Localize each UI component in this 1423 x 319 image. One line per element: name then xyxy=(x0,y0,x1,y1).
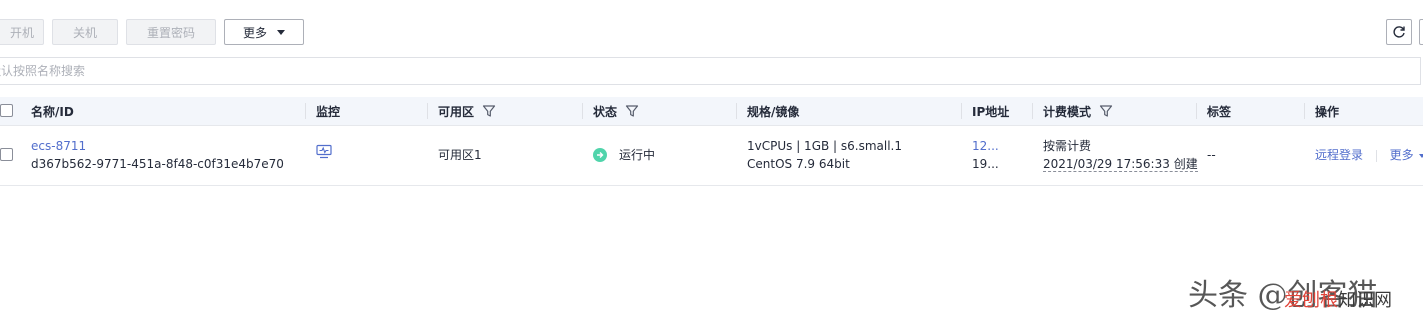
column-divider[interactable] xyxy=(961,103,962,119)
stop-button[interactable]: 关机 xyxy=(52,19,118,45)
header-spec: 规格/镜像 xyxy=(747,97,799,125)
header-az-label: 可用区 xyxy=(438,104,475,119)
table-row: ecs-8711 d367b562-9771-451a-8f48-c0f31e4… xyxy=(0,126,1423,186)
ip-address-1[interactable]: 12... xyxy=(972,137,999,155)
watermark-overlay: 爱刨根知识网 xyxy=(1284,286,1392,312)
header-billing-label: 计费模式 xyxy=(1043,104,1092,119)
filter-icon[interactable] xyxy=(482,104,496,118)
header-name-id: 名称/ID xyxy=(31,97,74,125)
table-header: 名称/ID 监控 可用区 状态 规格/镜像 IP地址 计费模式 标签 操作 xyxy=(0,97,1423,126)
header-ops-label: 操作 xyxy=(1315,104,1340,119)
spec-image: CentOS 7.9 64bit xyxy=(747,157,850,171)
column-divider[interactable] xyxy=(1196,103,1197,119)
row-more-label: 更多 xyxy=(1389,148,1414,162)
header-spec-label: 规格/镜像 xyxy=(747,104,800,119)
more-actions-button[interactable]: 更多 xyxy=(224,19,304,45)
header-status-label: 状态 xyxy=(593,104,618,119)
start-button[interactable]: 开机 xyxy=(0,19,44,45)
header-name-id-label: 名称/ID xyxy=(31,104,74,119)
refresh-button[interactable] xyxy=(1386,19,1412,45)
header-az: 可用区 xyxy=(438,97,496,125)
search-bar xyxy=(0,57,1421,85)
header-billing: 计费模式 xyxy=(1043,97,1113,125)
header-monitor-label: 监控 xyxy=(316,104,341,119)
row-more-link[interactable]: 更多 xyxy=(1390,148,1423,162)
billing-mode: 按需计费 xyxy=(1043,139,1092,153)
row-checkbox[interactable] xyxy=(0,148,13,161)
filter-icon[interactable] xyxy=(625,104,639,118)
settings-button[interactable] xyxy=(1419,19,1423,45)
created-time[interactable]: 2021/03/29 17:56:33 创建 xyxy=(1043,157,1198,172)
ip-cell: 12... 19... xyxy=(972,137,999,173)
start-button-label: 开机 xyxy=(9,25,34,40)
stop-button-label: 关机 xyxy=(72,25,97,40)
reset-password-button[interactable]: 重置密码 xyxy=(126,19,216,45)
select-all-checkbox[interactable] xyxy=(0,104,13,117)
refresh-icon xyxy=(1392,25,1406,39)
name-id-cell: ecs-8711 d367b562-9771-451a-8f48-c0f31e4… xyxy=(31,137,284,173)
header-ip: IP地址 xyxy=(972,97,1009,125)
column-divider[interactable] xyxy=(427,103,428,119)
status-text: 运行中 xyxy=(619,148,656,162)
remote-login-link[interactable]: 远程登录 xyxy=(1315,148,1363,162)
spec-flavor: 1vCPUs | 1GB | s6.small.1 xyxy=(747,139,903,153)
az-cell: 可用区1 xyxy=(438,148,482,162)
ops-divider xyxy=(1375,149,1377,162)
column-divider[interactable] xyxy=(582,103,583,119)
header-tags: 标签 xyxy=(1207,97,1231,125)
toolbar: 开机 关机 重置密码 更多 xyxy=(0,19,1423,47)
filter-icon[interactable] xyxy=(1099,104,1113,118)
header-ops: 操作 xyxy=(1315,97,1339,125)
header-tags-label: 标签 xyxy=(1207,104,1232,119)
monitor-cell xyxy=(316,144,332,164)
ip-address-2[interactable]: 19... xyxy=(972,155,999,173)
ops-cell: 远程登录 更多 xyxy=(1315,146,1423,164)
watermark-red-text: 爱刨根 xyxy=(1284,290,1338,311)
running-status-icon xyxy=(593,148,607,162)
caret-down-icon xyxy=(277,29,285,35)
header-monitor: 监控 xyxy=(316,97,340,125)
instance-name-link[interactable]: ecs-8711 xyxy=(31,137,284,155)
column-divider[interactable] xyxy=(1304,103,1305,119)
spec-cell: 1vCPUs | 1GB | s6.small.1 CentOS 7.9 64b… xyxy=(747,137,902,173)
column-divider[interactable] xyxy=(736,103,737,119)
more-actions-label: 更多 xyxy=(242,25,267,40)
watermark-black-text: 知识网 xyxy=(1338,290,1392,311)
search-input[interactable] xyxy=(0,58,589,84)
header-status: 状态 xyxy=(593,97,639,125)
column-divider[interactable] xyxy=(305,103,306,119)
header-ip-label: IP地址 xyxy=(972,104,1010,119)
caret-down-icon xyxy=(1418,153,1423,158)
column-divider[interactable] xyxy=(1032,103,1033,119)
tags-cell: -- xyxy=(1207,148,1216,162)
reset-password-button-label: 重置密码 xyxy=(146,25,195,40)
monitor-icon[interactable] xyxy=(316,144,332,159)
instance-id: d367b562-9771-451a-8f48-c0f31e4b7e70 xyxy=(31,157,284,171)
status-cell: 运行中 xyxy=(593,146,655,164)
billing-cell: 按需计费 2021/03/29 17:56:33 创建 xyxy=(1043,137,1198,173)
